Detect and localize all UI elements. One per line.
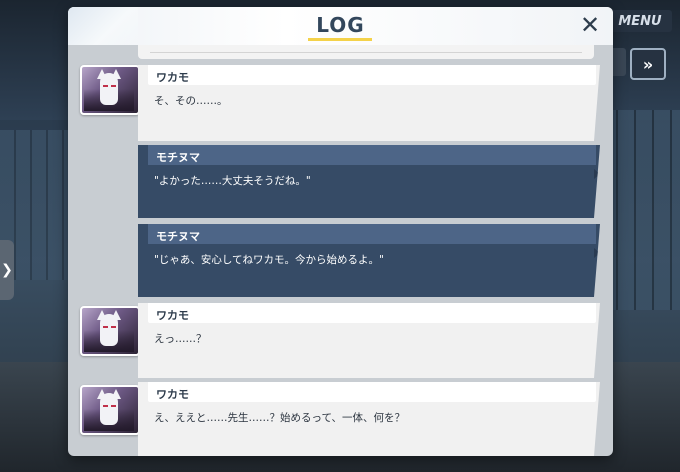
previous-entry-stub	[138, 45, 594, 59]
speaker-name: ワカモ	[148, 65, 596, 85]
dialogue-bubble: ワカモ えっ……？	[138, 303, 600, 378]
log-list[interactable]: ワカモ そ、その……。 モチヌマ "よかった……大丈夫そうだね。" モチヌマ "…	[68, 45, 613, 456]
side-tab-button[interactable]: ❯	[0, 240, 14, 300]
double-chevron-right-icon: »	[642, 54, 654, 74]
fox-mask-icon	[100, 393, 118, 425]
close-button[interactable]: ✕	[577, 10, 603, 40]
speaker-name: モチヌマ	[148, 224, 596, 244]
log-header: LOG ✕	[68, 7, 613, 45]
log-title: LOG	[316, 13, 365, 37]
wakamo-avatar	[80, 65, 140, 115]
speaker-name: ワカモ	[148, 382, 596, 402]
wakamo-avatar	[80, 385, 140, 435]
dialogue-text: そ、その……。	[154, 95, 228, 107]
dialogue-bubble: モチヌマ "よかった……大丈夫そうだね。"	[138, 145, 600, 218]
dialogue-text: え、ええと……先生……？始めるって、一体、何を？	[154, 412, 405, 424]
log-modal: LOG ✕ ワカモ そ、その……。 モチヌマ "よかった……大丈夫そうだね。"	[68, 7, 613, 456]
menu-button[interactable]: MENU	[608, 10, 672, 32]
dialogue-text: "よかった……大丈夫そうだね。"	[154, 175, 311, 187]
dialogue-text: えっ……？	[154, 333, 207, 345]
wakamo-avatar	[80, 306, 140, 356]
fox-mask-icon	[100, 73, 118, 105]
speaker-name: モチヌマ	[148, 145, 596, 165]
dialogue-text: "じゃあ、安心してねワカモ。今から始めるよ。"	[154, 254, 384, 266]
fast-forward-button[interactable]: »	[630, 48, 666, 80]
close-icon: ✕	[579, 11, 601, 39]
speaker-name: ワカモ	[148, 303, 596, 323]
dialogue-bubble: ワカモ え、ええと……先生……？始めるって、一体、何を？	[138, 382, 600, 456]
title-underline	[308, 38, 372, 41]
dialogue-bubble: モチヌマ "じゃあ、安心してねワカモ。今から始めるよ。"	[138, 224, 600, 297]
fox-mask-icon	[100, 314, 118, 346]
dialogue-bubble: ワカモ そ、その……。	[138, 65, 600, 141]
